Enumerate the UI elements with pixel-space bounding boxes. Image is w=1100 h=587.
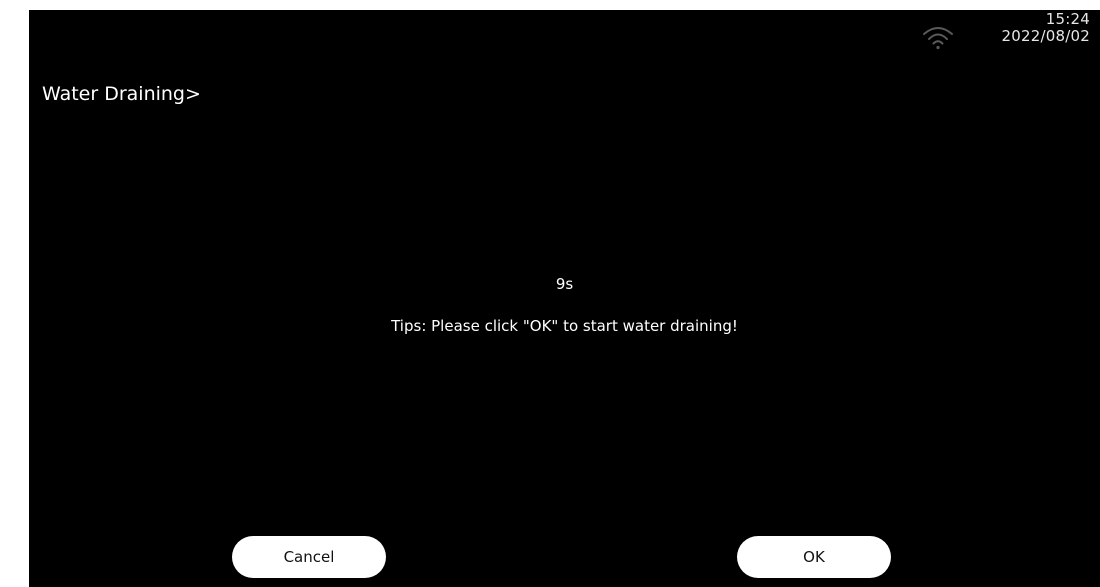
countdown-timer: 9s [555, 275, 574, 293]
status-time: 15:24 [1045, 10, 1090, 28]
page-title[interactable]: Water Draining> [42, 82, 201, 106]
ok-button[interactable]: OK [737, 536, 891, 578]
wifi-icon [921, 24, 955, 50]
device-screen: 15:24 2022/08/02 Water Draining> 9s Tips… [29, 10, 1100, 587]
tips-message: Tips: Please click "OK" to start water d… [391, 317, 738, 335]
status-date: 2022/08/02 [1001, 27, 1090, 45]
status-clock: 15:24 2022/08/02 [1002, 11, 1090, 45]
cancel-button[interactable]: Cancel [232, 536, 386, 578]
